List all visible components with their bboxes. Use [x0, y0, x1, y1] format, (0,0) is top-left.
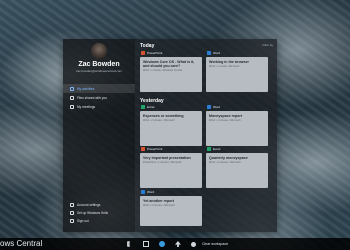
watermark: ows Central — [0, 239, 43, 248]
card-title: Very important presentation — [143, 156, 191, 160]
sidebar-item-label: Files shared with you — [77, 95, 107, 100]
user-email: zac.bowden@windowscentral.com — [75, 69, 123, 73]
excel-icon — [141, 105, 145, 109]
card-meta: Word • 2 minutes • Microsoft — [209, 119, 241, 122]
task-view-icon[interactable] — [142, 241, 149, 247]
card-meta: Word • 2 minutes • Microsoft — [143, 119, 175, 122]
activity-card[interactable]: Word Moneyspace report Word • 2 minutes … — [206, 105, 268, 146]
sidebar-nav: My activities Files shared with you My m… — [63, 84, 135, 111]
activity-card[interactable]: PowerPoint Windows Core OS - What is it,… — [140, 51, 202, 92]
activity-card[interactable]: Word Working in the browser Word • 1 min… — [206, 51, 268, 92]
sidebar-bottom-nav: Account settings Set up Windows Hello Si… — [63, 201, 135, 225]
sidebar-item-label: Set up Windows Hello — [77, 211, 109, 215]
card-title: Yet another report — [143, 199, 174, 203]
filter-dropdown[interactable]: Filter by — [262, 43, 273, 47]
windows-icon[interactable] — [126, 241, 130, 247]
card-app: Word — [141, 190, 154, 194]
activity-card[interactable]: Excel Expenses or something Word • 2 min… — [140, 105, 202, 146]
sidebar-item-sign-out[interactable]: Sign out — [63, 217, 135, 225]
shared-file-icon — [70, 95, 74, 100]
card-title: Windows Core OS - What is it, and should… — [143, 60, 195, 68]
card-meta: Word • 1 minute • Microsoft — [209, 65, 240, 68]
calendar-icon — [70, 104, 74, 109]
activity-card[interactable]: Word Yet another report Word • 3 minutes… — [140, 190, 202, 226]
word-icon — [141, 190, 145, 194]
account-sidebar: Zac Bowden zac.bowden@windowscentral.com… — [63, 39, 135, 232]
card-title: Quarterly moneyspace — [209, 156, 248, 160]
up-arrow-icon[interactable] — [174, 241, 181, 247]
taskbar: Clear workspace — [0, 238, 350, 250]
sidebar-item-label: My activities — [77, 86, 95, 91]
section-title-yesterday: Yesterday — [140, 98, 164, 104]
sidebar-item-label: My meetings — [77, 104, 96, 109]
activity-icon — [70, 86, 74, 91]
excel-icon — [207, 147, 211, 151]
word-icon — [207, 51, 211, 55]
card-meta: Word • 3 minutes • Microsoft — [143, 204, 175, 207]
card-app: Word — [207, 51, 220, 55]
clear-workspace-icon[interactable] — [190, 241, 196, 247]
powerpoint-icon — [141, 147, 145, 151]
card-app: Excel — [141, 105, 154, 109]
sidebar-item-files-shared[interactable]: Files shared with you — [63, 93, 135, 102]
sidebar-item-my-meetings[interactable]: My meetings — [63, 102, 135, 111]
card-meta: PowerPoint • 2 minutes • Microsoft — [143, 161, 182, 164]
card-meta: Word • 1 minute • Windows Central — [143, 69, 182, 72]
sidebar-item-my-activities[interactable]: My activities — [63, 84, 135, 93]
sign-out-icon — [70, 219, 74, 223]
card-title: Expenses or something — [143, 114, 184, 118]
activity-card[interactable]: Excel Quarterly moneyspace Word • 2 minu… — [206, 147, 268, 188]
sidebar-item-account-settings[interactable]: Account settings — [63, 201, 135, 209]
card-title: Working in the browser — [209, 60, 249, 64]
avatar — [91, 43, 107, 59]
sidebar-item-label: Sign out — [77, 219, 89, 223]
gear-icon — [70, 203, 74, 207]
card-meta: Word • 2 minutes • Microsoft — [209, 161, 241, 164]
face-icon — [70, 211, 74, 215]
card-app: Excel — [207, 147, 220, 151]
user-name: Zac Bowden — [78, 61, 120, 68]
sidebar-item-label: Account settings — [77, 203, 101, 207]
powerpoint-icon — [141, 51, 145, 55]
card-app: PowerPoint — [141, 51, 162, 55]
card-title: Moneyspace report — [209, 114, 242, 118]
activity-card[interactable]: PowerPoint Very important presentation P… — [140, 147, 202, 188]
card-app: PowerPoint — [141, 147, 162, 151]
word-icon — [207, 105, 211, 109]
card-app: Word — [207, 105, 220, 109]
section-title-today: Today — [140, 43, 155, 49]
clear-workspace-label[interactable]: Clear workspace — [202, 242, 228, 246]
sidebar-item-windows-hello[interactable]: Set up Windows Hello — [63, 209, 135, 217]
edge-icon[interactable] — [158, 241, 165, 247]
